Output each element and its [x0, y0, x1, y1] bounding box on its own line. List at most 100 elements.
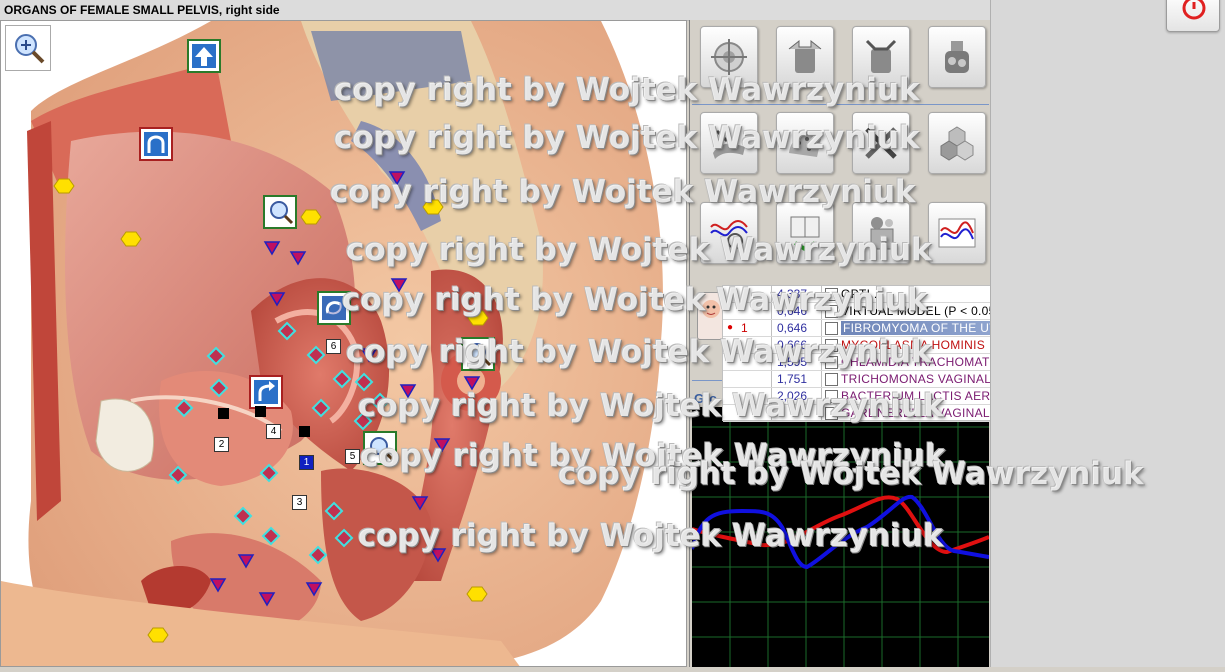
side-empty-area	[990, 0, 1225, 667]
row-checkbox[interactable]	[825, 288, 838, 301]
row-number: 1	[741, 321, 748, 335]
row-checkbox[interactable]	[825, 322, 838, 335]
triangle-marker	[289, 251, 307, 266]
yellow-hexagon-marker	[466, 586, 488, 602]
row-name: GARDNERELLA VAGINALIS	[841, 406, 1002, 420]
region-number-4[interactable]: 4	[266, 424, 281, 439]
graph-label: Gro	[692, 391, 720, 406]
diamond-marker	[354, 372, 374, 392]
clipboard-recycle-button[interactable]	[776, 202, 834, 264]
row-name: CHLAMIDIA TRACHOMATIS.	[841, 355, 1006, 369]
diamond-marker	[206, 346, 226, 366]
square-marker	[218, 408, 229, 419]
wave-analysis-button[interactable]	[700, 202, 758, 264]
row-marker: ●	[727, 322, 734, 333]
row-name: OPTI...	[841, 287, 882, 301]
region-number-5[interactable]: 5	[345, 449, 360, 464]
clipboard-recycle-icon	[790, 216, 820, 252]
graph-grid	[692, 407, 989, 667]
triangle-marker	[429, 548, 447, 563]
row-checkbox[interactable]	[825, 373, 838, 386]
triangle-marker	[268, 292, 286, 307]
tissue-button[interactable]	[700, 112, 758, 174]
row-name: MYCOPLASMA HOMINIS	[841, 338, 986, 352]
diamond-marker	[174, 398, 194, 418]
anatomy-view[interactable]: 2 4 1 3 5 6	[0, 20, 687, 667]
molecule-button[interactable]	[852, 202, 910, 264]
region-number-3[interactable]: 3	[292, 495, 307, 510]
row-checkbox[interactable]	[825, 356, 838, 369]
square-marker	[255, 406, 266, 417]
spectrum-graph-plot	[690, 407, 990, 667]
diamond-marker	[324, 501, 344, 521]
toolbar-row-2	[692, 108, 989, 288]
row-name: TRICHOMONAS VAGINALIS	[841, 372, 1004, 386]
triangle-marker	[399, 384, 417, 399]
molecule-icon	[870, 217, 894, 250]
row-value: 0,666	[777, 338, 808, 352]
wave-magnifier-icon	[710, 220, 748, 249]
diamond-marker	[277, 321, 297, 341]
power-icon	[1182, 0, 1206, 20]
organ-expand-icon	[788, 39, 822, 73]
hexagon-cells-icon	[940, 126, 974, 161]
yellow-hexagon-marker	[300, 209, 322, 225]
patient-avatar	[697, 292, 725, 340]
point-markers	[53, 171, 489, 643]
spectrum-chart-button[interactable]	[928, 202, 986, 264]
region-number-6[interactable]: 6	[326, 339, 341, 354]
face-icon	[702, 300, 720, 318]
toolbar-row-1	[692, 22, 989, 105]
yellow-hexagon-marker	[422, 199, 444, 215]
organ-cells-button[interactable]	[928, 26, 986, 88]
diamond-marker	[209, 378, 229, 398]
row-checkbox[interactable]	[825, 407, 838, 420]
yellow-hexagon-marker	[53, 178, 75, 194]
target-wheel-button[interactable]	[700, 26, 758, 88]
organ-expand-button[interactable]	[776, 26, 834, 88]
row-checkbox[interactable]	[825, 390, 838, 403]
triangle-marker	[209, 578, 227, 593]
spectrum-graph	[690, 407, 990, 667]
region-number-1[interactable]: 1	[299, 455, 314, 470]
yellow-hexagon-marker	[467, 310, 489, 326]
diamond-marker	[259, 463, 279, 483]
row-value: 2,026	[777, 389, 808, 403]
diamond-marker	[308, 545, 328, 565]
triangle-marker	[433, 438, 451, 453]
triangle-marker	[237, 554, 255, 569]
diamond-marker	[370, 392, 390, 412]
row-checkbox[interactable]	[825, 305, 838, 318]
power-button[interactable]	[1166, 0, 1220, 32]
diamond-marker	[168, 465, 188, 485]
row-value: 1,751	[777, 372, 808, 386]
tissue-dots-button[interactable]	[776, 112, 834, 174]
row-name: VIRTUAL MODEL (P < 0.05)	[841, 304, 1000, 318]
organ-compress-icon	[865, 39, 897, 73]
triangle-marker	[388, 171, 406, 186]
diamond-marker	[353, 411, 373, 431]
row-value: 0,646	[777, 304, 808, 318]
yellow-hexagon-marker	[147, 627, 169, 643]
square-marker	[299, 426, 310, 437]
triangle-marker	[263, 241, 281, 256]
diamond-marker	[332, 369, 352, 389]
row-checkbox[interactable]	[825, 339, 838, 352]
diamond-marker	[334, 528, 354, 548]
window-title: ORGANS OF FEMALE SMALL PELVIS, right sid…	[4, 3, 280, 17]
region-number-2[interactable]: 2	[214, 437, 229, 452]
row-value: 4,337	[777, 287, 808, 301]
tissue-icon	[713, 129, 745, 159]
organ-compress-button[interactable]	[852, 26, 910, 88]
diamond-marker	[306, 345, 326, 365]
target-wheel-icon	[711, 39, 747, 75]
diamond-marker	[233, 506, 253, 526]
triangle-marker	[258, 592, 276, 607]
row-value: 0,646	[777, 321, 808, 335]
organ-cells-icon	[945, 41, 969, 73]
hexagon-cells-button[interactable]	[928, 112, 986, 174]
tools-button[interactable]	[852, 112, 910, 174]
row-value: 1,595	[777, 355, 808, 369]
triangle-marker	[390, 278, 408, 293]
diamond-marker	[261, 526, 281, 546]
